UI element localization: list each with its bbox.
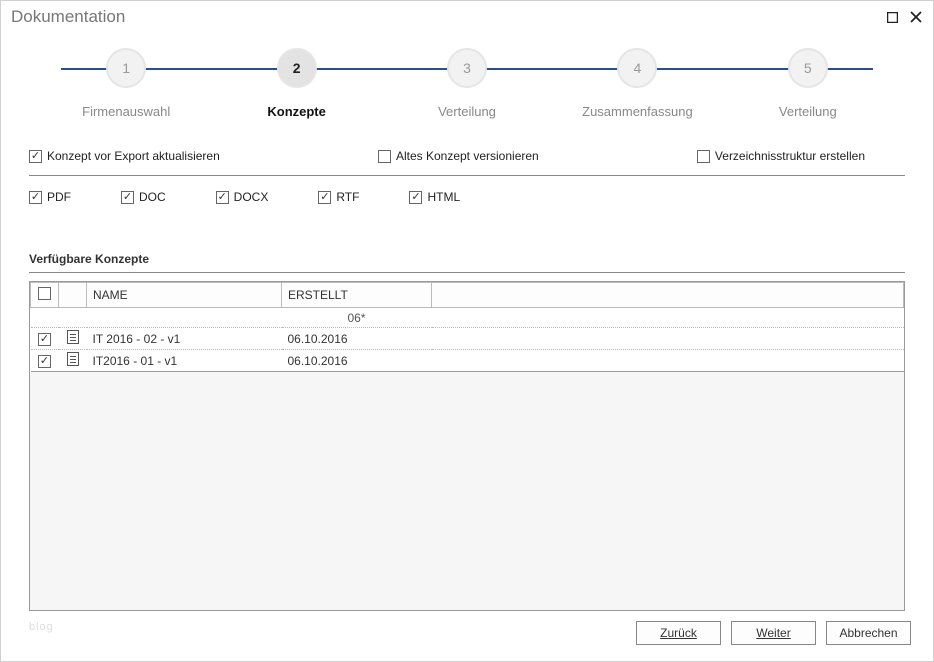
window-controls [885, 10, 923, 24]
step-circle: 4 [617, 48, 657, 88]
filter-created[interactable]: 06* [282, 308, 432, 328]
step-3[interactable]: 3 Verteilung [382, 48, 552, 119]
checkbox-icon [29, 191, 42, 204]
table-header-row: NAME ERSTELLT [31, 283, 904, 308]
table-row[interactable]: IT 2016 - 02 - v1 06.10.2016 [31, 328, 904, 350]
section-title: Verfügbare Konzepte [29, 252, 905, 266]
checkbox-icon [378, 150, 391, 163]
titlebar: Dokumentation [1, 1, 933, 33]
step-circle: 5 [788, 48, 828, 88]
row-created: 06.10.2016 [282, 328, 432, 350]
step-label: Zusammenfassung [552, 104, 722, 119]
step-1[interactable]: 1 Firmenauswahl [41, 48, 211, 119]
filter-row[interactable]: 06* [31, 308, 904, 328]
row-created: 06.10.2016 [282, 350, 432, 372]
checkbox-icon [38, 287, 51, 300]
formats-row: PDF DOC DOCX RTF HTML [29, 176, 905, 224]
footer-buttons: Zurück Weiter Abbrechen [636, 621, 911, 645]
header-blank [432, 283, 904, 308]
divider [29, 272, 905, 273]
document-icon [67, 330, 79, 344]
row-name: IT 2016 - 02 - v1 [87, 328, 282, 350]
header-name[interactable]: NAME [87, 283, 282, 308]
checkbox-label: PDF [47, 190, 71, 204]
checkbox-label: HTML [427, 190, 460, 204]
step-2[interactable]: 2 Konzepte [211, 48, 381, 119]
table-row[interactable]: IT2016 - 01 - v1 06.10.2016 [31, 350, 904, 372]
cancel-button[interactable]: Abbrechen [826, 621, 911, 645]
row-name: IT2016 - 01 - v1 [87, 350, 282, 372]
step-label: Konzepte [211, 104, 381, 119]
window-title: Dokumentation [11, 7, 885, 27]
row-checkbox[interactable] [38, 333, 51, 346]
checkbox-icon [121, 191, 134, 204]
next-button[interactable]: Weiter [731, 621, 816, 645]
checkbox-label: DOC [139, 190, 166, 204]
concepts-table: NAME ERSTELLT 06* IT 2016 - 02 - v1 06.1… [29, 281, 905, 611]
maximize-icon[interactable] [885, 10, 899, 24]
watermark: blog [29, 621, 54, 633]
checkbox-icon [318, 191, 331, 204]
checkbox-docx[interactable]: DOCX [216, 190, 269, 204]
document-icon [67, 352, 79, 366]
step-label: Verteilung [382, 104, 552, 119]
checkbox-version-old[interactable]: Altes Konzept versionieren [378, 149, 539, 163]
options-row: Konzept vor Export aktualisieren Altes K… [29, 139, 905, 176]
checkbox-pdf[interactable]: PDF [29, 190, 71, 204]
checkbox-label: Konzept vor Export aktualisieren [47, 149, 220, 163]
step-circle: 2 [277, 48, 317, 88]
header-created[interactable]: ERSTELLT [282, 283, 432, 308]
checkbox-icon [216, 191, 229, 204]
back-button[interactable]: Zurück [636, 621, 721, 645]
checkbox-doc[interactable]: DOC [121, 190, 166, 204]
step-4[interactable]: 4 Zusammenfassung [552, 48, 722, 119]
checkbox-label: Verzeichnisstruktur erstellen [715, 149, 865, 163]
checkbox-icon [697, 150, 710, 163]
checkbox-html[interactable]: HTML [409, 190, 460, 204]
header-select-all[interactable] [31, 283, 59, 308]
stepper: 1 Firmenauswahl 2 Konzepte 3 Verteilung … [1, 33, 933, 119]
row-checkbox[interactable] [38, 355, 51, 368]
step-5[interactable]: 5 Verteilung [723, 48, 893, 119]
step-circle: 1 [106, 48, 146, 88]
close-icon[interactable] [909, 10, 923, 24]
step-label: Verteilung [723, 104, 893, 119]
checkbox-rtf[interactable]: RTF [318, 190, 359, 204]
checkbox-label: Altes Konzept versionieren [396, 149, 539, 163]
checkbox-label: DOCX [234, 190, 269, 204]
checkbox-label: RTF [336, 190, 359, 204]
filter-name[interactable] [87, 308, 282, 328]
checkbox-create-dir-structure[interactable]: Verzeichnisstruktur erstellen [697, 149, 865, 163]
step-circle: 3 [447, 48, 487, 88]
step-label: Firmenauswahl [41, 104, 211, 119]
checkbox-icon [409, 191, 422, 204]
checkbox-update-before-export[interactable]: Konzept vor Export aktualisieren [29, 149, 220, 163]
checkbox-icon [29, 150, 42, 163]
header-icon [59, 283, 87, 308]
